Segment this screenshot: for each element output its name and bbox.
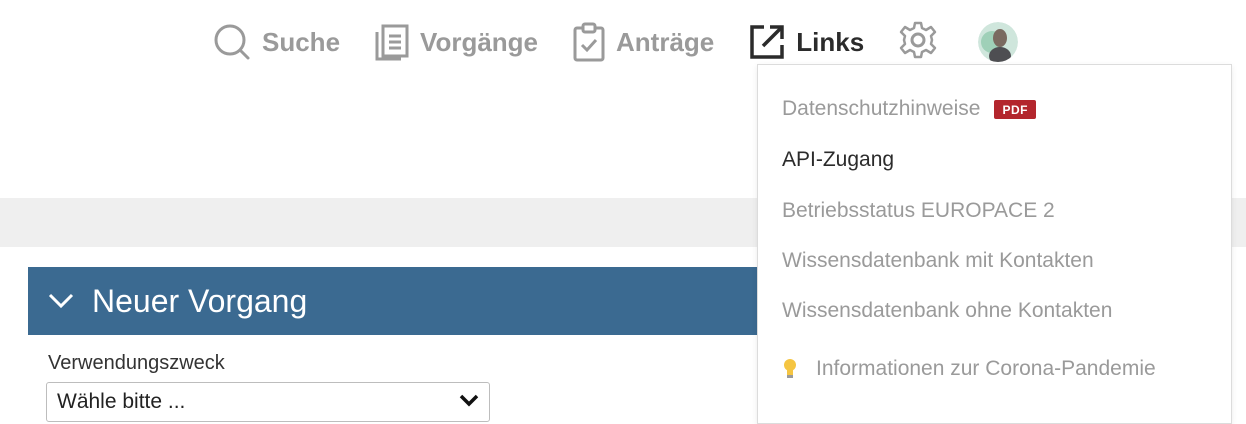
menu-item-label: Betriebsstatus EUROPACE 2 <box>782 199 1055 222</box>
external-link-icon <box>748 23 786 61</box>
menu-item-corona-informationen[interactable]: Informationen zur Corona-Pandemie <box>782 357 1156 381</box>
avatar[interactable] <box>978 22 1019 62</box>
top-navigation: Suche Vorgänge Anträge Links <box>212 16 1019 68</box>
nav-links-label: Links <box>796 26 865 57</box>
verwendungszweck-select[interactable]: Wähle bitte ... <box>46 382 490 422</box>
settings-button[interactable] <box>898 20 938 65</box>
menu-item-label: Wissensdatenbank mit Kontakten <box>782 249 1094 272</box>
nav-vorgaenge-label: Vorgänge <box>420 26 539 57</box>
menu-item-datenschutzhinweise[interactable]: Datenschutzhinweise PDF <box>782 97 1036 121</box>
nav-vorgaenge[interactable]: Vorgänge <box>374 23 538 61</box>
nav-search-label: Suche <box>262 26 341 57</box>
search-icon <box>212 22 252 62</box>
menu-item-label: Wissensdatenbank ohne Kontakten <box>782 299 1113 322</box>
field-label-verwendungszweck: Verwendungszweck <box>48 352 225 374</box>
menu-item-label: API-Zugang <box>782 148 895 171</box>
menu-item-betriebsstatus[interactable]: Betriebsstatus EUROPACE 2 <box>782 199 1055 223</box>
menu-item-wissensdatenbank-ohne-kontakten[interactable]: Wissensdatenbank ohne Kontakten <box>782 299 1112 323</box>
panel-header-neuer-vorgang[interactable]: Neuer Vorgang <box>28 267 768 335</box>
lightbulb-icon <box>782 358 798 380</box>
clipboard-check-icon <box>572 22 606 62</box>
panel-title: Neuer Vorgang <box>92 282 308 319</box>
menu-item-label: Datenschutzhinweise <box>782 97 981 120</box>
nav-search[interactable]: Suche <box>212 22 340 62</box>
chevron-down-icon <box>459 394 479 413</box>
nav-antraege[interactable]: Anträge <box>572 22 714 62</box>
nav-antraege-label: Anträge <box>616 26 715 57</box>
chevron-down-icon <box>48 293 74 309</box>
menu-item-api-zugang[interactable]: API-Zugang <box>782 148 894 172</box>
pdf-badge: PDF <box>994 99 1036 119</box>
select-value: Wähle bitte ... <box>57 390 186 413</box>
nav-links[interactable]: Links <box>748 23 864 61</box>
document-list-icon <box>374 23 410 61</box>
menu-item-wissensdatenbank-mit-kontakten[interactable]: Wissensdatenbank mit Kontakten <box>782 249 1094 273</box>
links-dropdown-menu: Datenschutzhinweise PDF API-Zugang Betri… <box>757 64 1232 424</box>
menu-item-label: Informationen zur Corona-Pandemie <box>816 357 1156 380</box>
gear-icon <box>898 20 938 65</box>
